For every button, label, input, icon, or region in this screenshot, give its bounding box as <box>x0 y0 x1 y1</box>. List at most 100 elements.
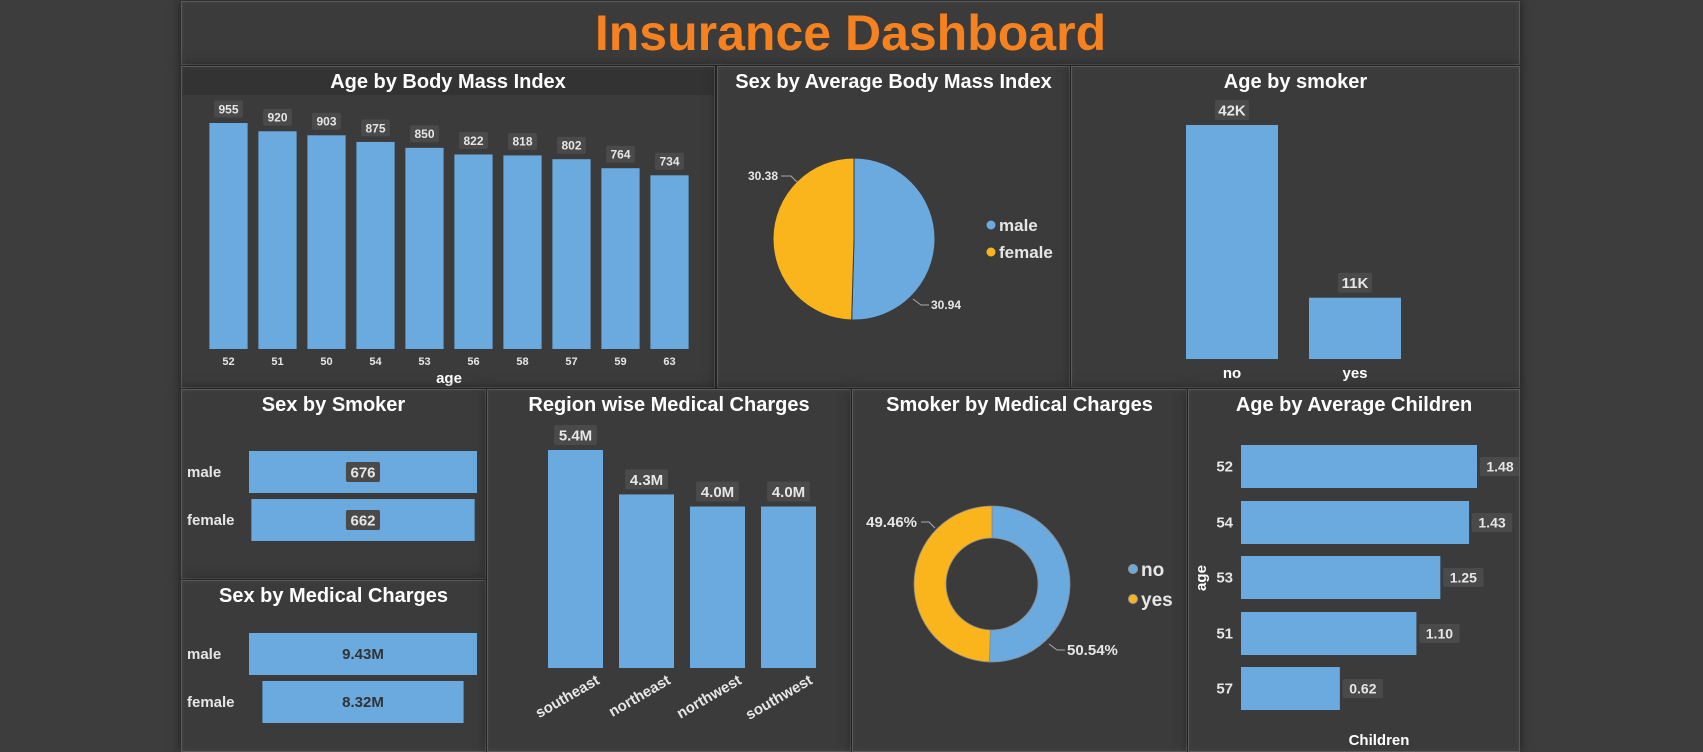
data-label-no: 50.54% <box>1067 642 1118 659</box>
data-label: 662 <box>350 512 375 529</box>
data-label: 0.62 <box>1349 681 1376 697</box>
y-tick-label: 51 <box>1216 626 1233 643</box>
data-label: 822 <box>463 134 483 148</box>
y-tick-label: female <box>187 512 235 529</box>
bar <box>552 159 591 349</box>
bar <box>454 154 493 349</box>
y-tick-label: 57 <box>1216 681 1233 698</box>
x-tick-label: northwest <box>674 672 745 723</box>
data-label: 802 <box>561 139 581 153</box>
data-label-male: 30.94 <box>931 298 961 312</box>
y-tick-label: 52 <box>1216 459 1233 476</box>
x-tick-label: 59 <box>614 356 626 368</box>
bar <box>405 147 444 349</box>
bar <box>761 506 816 668</box>
x-tick-label: 52 <box>222 356 234 368</box>
legend-marker-yes <box>1128 594 1138 604</box>
panel-region-charges[interactable]: Region wise Medical Charges 5.4M southeas… <box>487 389 851 752</box>
data-label: 818 <box>512 135 532 149</box>
legend-marker-female <box>986 247 996 257</box>
age-children-chart: 52 1.48 54 1.43 53 1.25 51 1.10 57 0.62 age Childre… <box>1193 445 1519 749</box>
data-label: 4.0M <box>701 484 734 501</box>
panel-sex-smoker[interactable]: Sex by Smoker male 676 female 662 <box>181 389 486 579</box>
data-label-yes: 49.46% <box>866 514 917 531</box>
x-tick-label: northeast <box>606 672 674 721</box>
legend-label-no: no <box>1141 560 1164 581</box>
age-bmi-chart: 955 52 920 51 903 50 875 54 850 53 822 56 818 58 802 57… <box>182 95 714 387</box>
dashboard-header: Insurance Dashboard <box>181 1 1520 65</box>
x-tick-label: 53 <box>418 356 430 368</box>
x-tick-label: southwest <box>743 672 816 724</box>
data-label: 9.43M <box>342 646 384 663</box>
legend-label-female: female <box>999 243 1053 262</box>
donut-slice-no <box>988 505 1071 663</box>
x-tick-label: 56 <box>467 356 479 368</box>
legend-label-male: male <box>999 216 1038 235</box>
x-tick-label: 50 <box>320 356 332 368</box>
x-tick-label: 54 <box>369 356 382 368</box>
leader-line <box>921 521 936 529</box>
y-tick-label: female <box>187 694 235 711</box>
data-label: 4.0M <box>772 484 805 501</box>
age-smoker-chart: 42K no 11K yes <box>1186 100 1401 382</box>
dashboard-title: Insurance Dashboard <box>594 5 1107 61</box>
donut-slice-yes <box>913 505 993 663</box>
data-label: 850 <box>414 127 434 141</box>
bar <box>307 135 346 349</box>
y-tick-label: 53 <box>1216 570 1233 587</box>
panel-age-bmi[interactable]: Age by Body Mass Index 955 52 920 51 903 50 87… <box>181 66 715 388</box>
data-label: 955 <box>218 102 238 116</box>
leader-line <box>781 175 798 183</box>
bar <box>1241 612 1417 655</box>
data-label: 875 <box>365 121 385 135</box>
bar <box>548 450 603 668</box>
bar <box>601 168 640 349</box>
sex-bmi-chart: 30.38 30.94 male female <box>748 157 1053 321</box>
bar <box>503 155 542 349</box>
data-label: 1.10 <box>1426 626 1453 642</box>
bar <box>209 123 248 349</box>
data-label: 1.43 <box>1478 515 1505 531</box>
panel-age-children[interactable]: Age by Average Children 52 1.48 54 1.43 53 1.… <box>1188 389 1520 752</box>
bar <box>619 494 674 668</box>
pie-slice-male <box>851 157 936 321</box>
sex-charges-chart: male 9.43M female 8.32M <box>187 633 477 723</box>
y-tick-label: male <box>187 646 221 663</box>
leader-line <box>912 298 929 306</box>
x-axis-label: age <box>436 370 462 387</box>
legend-marker-male <box>986 220 996 230</box>
pie-slice-female <box>772 157 855 321</box>
smoker-charges-chart: 49.46% 50.54% no yes <box>866 505 1173 663</box>
bar <box>1241 667 1340 710</box>
data-label: 764 <box>610 148 630 162</box>
legend-label-yes: yes <box>1141 590 1173 611</box>
panel-smoker-charges[interactable]: Smoker by Medical Charges 49.46% 50.54% no… <box>852 389 1187 752</box>
panel-age-smoker[interactable]: Age by smoker 42K no 11K yes <box>1071 66 1520 388</box>
data-label: 1.25 <box>1450 570 1477 586</box>
bar <box>690 506 745 668</box>
data-label: 11K <box>1342 275 1369 292</box>
data-label: 1.48 <box>1486 459 1513 475</box>
x-tick-label: 51 <box>271 356 283 368</box>
x-tick-label: 58 <box>516 356 528 368</box>
legend-marker-no <box>1128 564 1138 574</box>
x-tick-label: 57 <box>565 356 577 368</box>
data-label: 676 <box>350 464 375 481</box>
y-tick-label: male <box>187 464 221 481</box>
leader-line <box>1048 643 1065 651</box>
sex-smoker-chart: male 676 female 662 <box>187 451 477 541</box>
region-charges-chart: 5.4M southeast 4.3M northeast 4.0M northwest 4… <box>533 425 816 724</box>
x-tick-label: southeast <box>533 672 603 722</box>
y-axis-label: age <box>1193 565 1210 591</box>
bar <box>1186 125 1278 359</box>
data-label: 42K <box>1218 102 1246 119</box>
x-tick-label: no <box>1223 365 1241 382</box>
data-label: 920 <box>267 111 287 125</box>
x-tick-label: yes <box>1342 365 1367 382</box>
data-label: 5.4M <box>559 427 592 444</box>
y-tick-label: 54 <box>1216 515 1233 532</box>
panel-sex-charges[interactable]: Sex by Medical Charges male 9.43M female 8.… <box>181 580 486 752</box>
x-tick-label: 63 <box>663 356 675 368</box>
panel-sex-bmi[interactable]: Sex by Average Body Mass Index 30.38 30.9… <box>717 66 1070 388</box>
x-axis-label: Children <box>1349 732 1410 749</box>
